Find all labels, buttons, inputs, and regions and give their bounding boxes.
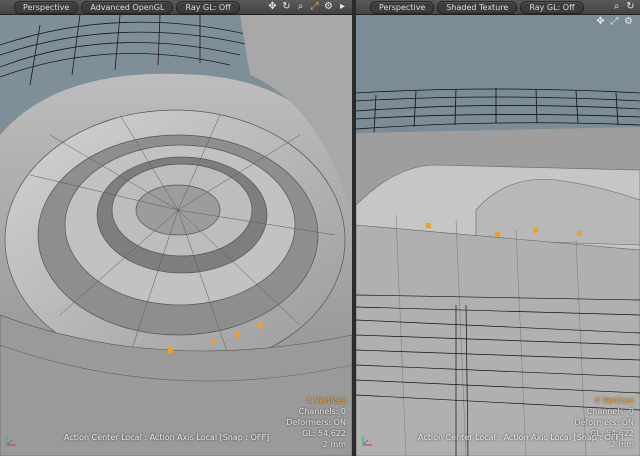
rotate-view-icon[interactable]: ↻ xyxy=(625,1,636,13)
left-scene-canvas[interactable] xyxy=(0,15,352,456)
move-view-icon[interactable]: ✥ xyxy=(595,16,606,28)
right-viewport-header: Perspective Shaded Texture Ray GL: Off xyxy=(356,0,640,15)
zoom-view-icon[interactable]: ⌕ xyxy=(611,1,622,13)
rotate-view-icon[interactable]: ↻ xyxy=(281,1,292,13)
maximize-icon[interactable]: ⤢ xyxy=(609,16,620,28)
right-scene-canvas[interactable] xyxy=(356,15,640,456)
expand-arrow-icon[interactable]: ▸ xyxy=(337,1,348,13)
settings-gear-icon[interactable]: ⚙ xyxy=(623,16,634,28)
left-raygl-tab[interactable]: Ray GL: Off xyxy=(176,0,240,14)
left-gl-count: GL: 54,622 xyxy=(302,429,346,438)
left-scale: 2 mm xyxy=(322,440,346,449)
right-raygl-tab[interactable]: Ray GL: Off xyxy=(520,0,584,14)
left-view-type-tab[interactable]: Perspective xyxy=(14,0,79,14)
maximize-icon[interactable]: ⤢ xyxy=(309,1,320,13)
left-selection-count: 4 Vertices xyxy=(306,396,346,405)
right-shading-tab[interactable]: Shaded Texture xyxy=(437,0,518,14)
settings-gear-icon[interactable]: ⚙ xyxy=(323,1,334,13)
left-status-line: Action Center Local : Action Axis Local … xyxy=(64,433,270,442)
right-viewport-icons: ⌕ ↻ xyxy=(611,1,636,13)
left-channels: Channels: 0 xyxy=(298,407,346,416)
left-hud: 4 Vertices Channels: 0 Deformers: ON GL:… xyxy=(286,395,346,450)
right-viewport[interactable]: Perspective Shaded Texture Ray GL: Off ⌕… xyxy=(356,0,640,456)
move-view-icon[interactable]: ✥ xyxy=(267,1,278,13)
right-deformers: Deformers: ON xyxy=(574,418,634,427)
right-viewport-subicons: ✥ ⤢ ⚙ xyxy=(595,16,634,28)
left-deformers: Deformers: ON xyxy=(286,418,346,427)
left-axis-gizmo-icon xyxy=(6,436,16,446)
left-viewport-icons: ✥ ↻ ⌕ ⤢ ⚙ ▸ xyxy=(267,1,348,13)
right-status-line: Action Center Local : Action Axis Local … xyxy=(418,433,624,442)
right-view-type-tab[interactable]: Perspective xyxy=(370,0,435,14)
zoom-view-icon[interactable]: ⌕ xyxy=(295,1,306,13)
left-viewport[interactable]: Perspective Advanced OpenGL Ray GL: Off … xyxy=(0,0,352,456)
right-channels: Channels: 0 xyxy=(586,407,634,416)
right-axis-gizmo-icon xyxy=(362,436,372,446)
left-shading-tab[interactable]: Advanced OpenGL xyxy=(81,0,174,14)
right-selection-count: 4 Vertices xyxy=(594,396,634,405)
